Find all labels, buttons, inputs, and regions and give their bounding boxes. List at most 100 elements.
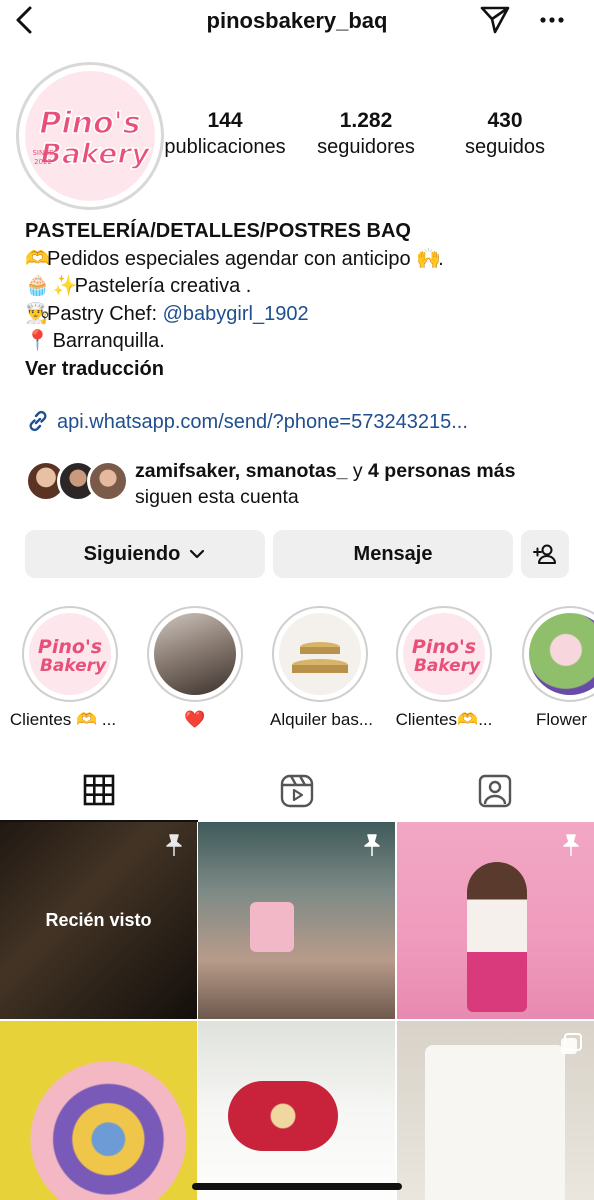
recently-viewed-label: Recién visto [45,910,152,930]
top-bar: pinosbakery_baq [0,0,594,44]
pin-icon [563,834,579,856]
tab-tagged[interactable] [396,760,594,822]
tab-reels[interactable] [198,760,396,822]
post-tile-1[interactable]: Recién visto [0,822,197,1019]
suggested-users-button[interactable] [521,530,569,578]
reels-icon [280,774,314,808]
multi-post-icon [561,1033,582,1054]
stat-posts-label: publicaciones [164,136,286,158]
bio-line-3: 👨‍🍳Pastry Chef: @babygirl_1902 [25,301,585,329]
tab-posts-grid[interactable] [0,760,198,822]
highlight-label: Clientes🫶... [395,710,493,729]
white-cake-shape [425,1045,565,1200]
chef-mention-link[interactable]: @babygirl_1902 [163,303,309,325]
highlight-logo-text-2: Bakery [40,656,107,676]
followed-by[interactable]: zamifsaker, smanotas_ y 4 personas más s… [25,458,585,510]
highlight-cover-photo [154,613,236,695]
followed-by-line2: siguen esta cuenta [135,486,299,508]
stat-followers[interactable]: 1.282 seguidores [304,108,428,160]
person-shape [467,862,527,1012]
highlight-cover-logo: Pino's Bakery [403,613,485,695]
follower-avatar-3 [87,460,129,502]
following-button-label: Siguiendo [83,542,181,565]
highlight-ring: Pino's Bakery [396,606,492,702]
followed-by-text: zamifsaker, smanotas_ y 4 personas más s… [135,458,515,510]
highlight-cover-stands [279,613,361,695]
profile-tabs [0,760,594,822]
link-icon [29,410,47,432]
highlight-ring [272,606,368,702]
profile-bio: PASTELERÍA/DETALLES/POSTRES BAQ 🫶Pedidos… [25,218,585,383]
grid-icon [83,774,115,806]
add-user-icon [533,544,556,564]
bio-line-3-text: Pastry Chef: [47,302,163,325]
see-translation-link[interactable]: Ver traducción [25,356,585,384]
bio-line-2: 🧁 ✨Pastelería creativa . [25,273,585,301]
highlight-clientes-1[interactable]: Pino's Bakery Clientes 🫶 ... [10,606,120,730]
logo-year: 2022 [34,158,52,166]
stat-posts[interactable]: 144 publicaciones [160,108,290,160]
stat-followers-label: seguidores [317,136,415,158]
tagged-icon [478,774,512,808]
logo-text-bakery: Bakery [41,137,152,170]
highlight-heart[interactable]: ❤️ [145,606,245,730]
post-tile-4[interactable] [0,1021,197,1200]
highlight-ring [522,606,594,702]
stat-following-value: 430 [487,109,523,132]
bio-line-2-text: Pastelería creativa . [74,275,252,297]
highlight-logo-text-2: Bakery [414,656,481,676]
stat-posts-value: 144 [207,109,243,132]
heart-hands-emoji: 🫶 [25,247,50,270]
more-icon[interactable] [538,6,566,34]
highlight-label: Flower [536,710,588,729]
followed-by-connector: y [347,460,369,482]
stat-following-label: seguidos [464,136,546,158]
bio-line-4-text: Barranquilla. [52,330,165,352]
post-tile-2[interactable] [198,822,395,1019]
profile-avatar[interactable]: Pino's Bakery SINCE 2022 [16,62,164,210]
chevron-down-icon [190,549,205,559]
website-link[interactable]: api.whatsapp.com/send/?phone=573243215..… [25,408,468,436]
pin-icon [166,834,182,856]
message-button[interactable]: Mensaje [273,530,513,578]
sparkles-emoji: ✨ [52,275,78,297]
highlight-alquiler[interactable]: Alquiler bas... [270,606,373,730]
post-tile-5[interactable] [198,1021,395,1200]
highlight-label: ❤️ [184,710,206,729]
highlight-logo-text-1: Pino's [38,636,102,658]
logo-text-pinos: Pino's [39,106,140,141]
stat-following[interactable]: 430 seguidos [450,108,560,160]
bakery-logo: Pino's Bakery SINCE 2022 [25,71,155,201]
post-tile-3[interactable] [397,822,594,1019]
pink-cake-shape [250,902,294,952]
red-velvet-roll-shape [228,1081,338,1151]
chef-emoji: 👨‍🍳 [25,302,50,325]
stat-followers-value: 1.282 [339,109,393,132]
post-tile-6[interactable] [397,1021,594,1200]
website-link-text: api.whatsapp.com/send/?phone=573243215..… [57,411,468,433]
highlight-cover-logo: Pino's Bakery [29,613,111,695]
highlight-ring [147,606,243,702]
bio-line-4: 📍 Barranquilla. [25,328,585,356]
bio-line-1: 🫶Pedidos especiales agendar con anticipo… [25,246,585,274]
home-indicator[interactable] [192,1183,402,1190]
highlight-logo-text-1: Pino's [412,636,476,658]
following-button[interactable]: Siguiendo [25,530,265,578]
pin-icon [364,834,380,856]
send-icon[interactable] [478,3,512,35]
highlight-label: Alquiler bas... [270,710,373,729]
highlight-label: Clientes 🫶 ... [9,710,117,729]
logo-since: SINCE [32,149,53,157]
highlight-flower[interactable]: Flower [520,606,594,730]
cupcake-emoji: 🧁 [25,275,50,297]
message-button-label: Mensaje [353,542,433,565]
bio-name: PASTELERÍA/DETALLES/POSTRES BAQ [25,220,411,242]
bio-line-1-text: Pedidos especiales agendar con anticipo [47,247,411,270]
highlight-cover-flower [529,613,594,695]
highlight-clientes-2[interactable]: Pino's Bakery Clientes🫶... [394,606,494,730]
raised-hands-emoji: 🙌 [416,247,442,270]
pin-location-emoji: 📍 [25,330,50,352]
highlight-ring: Pino's Bakery [22,606,118,702]
followed-by-names: zamifsaker, smanotas_ [135,460,348,482]
followed-by-more: 4 personas más [368,460,516,482]
